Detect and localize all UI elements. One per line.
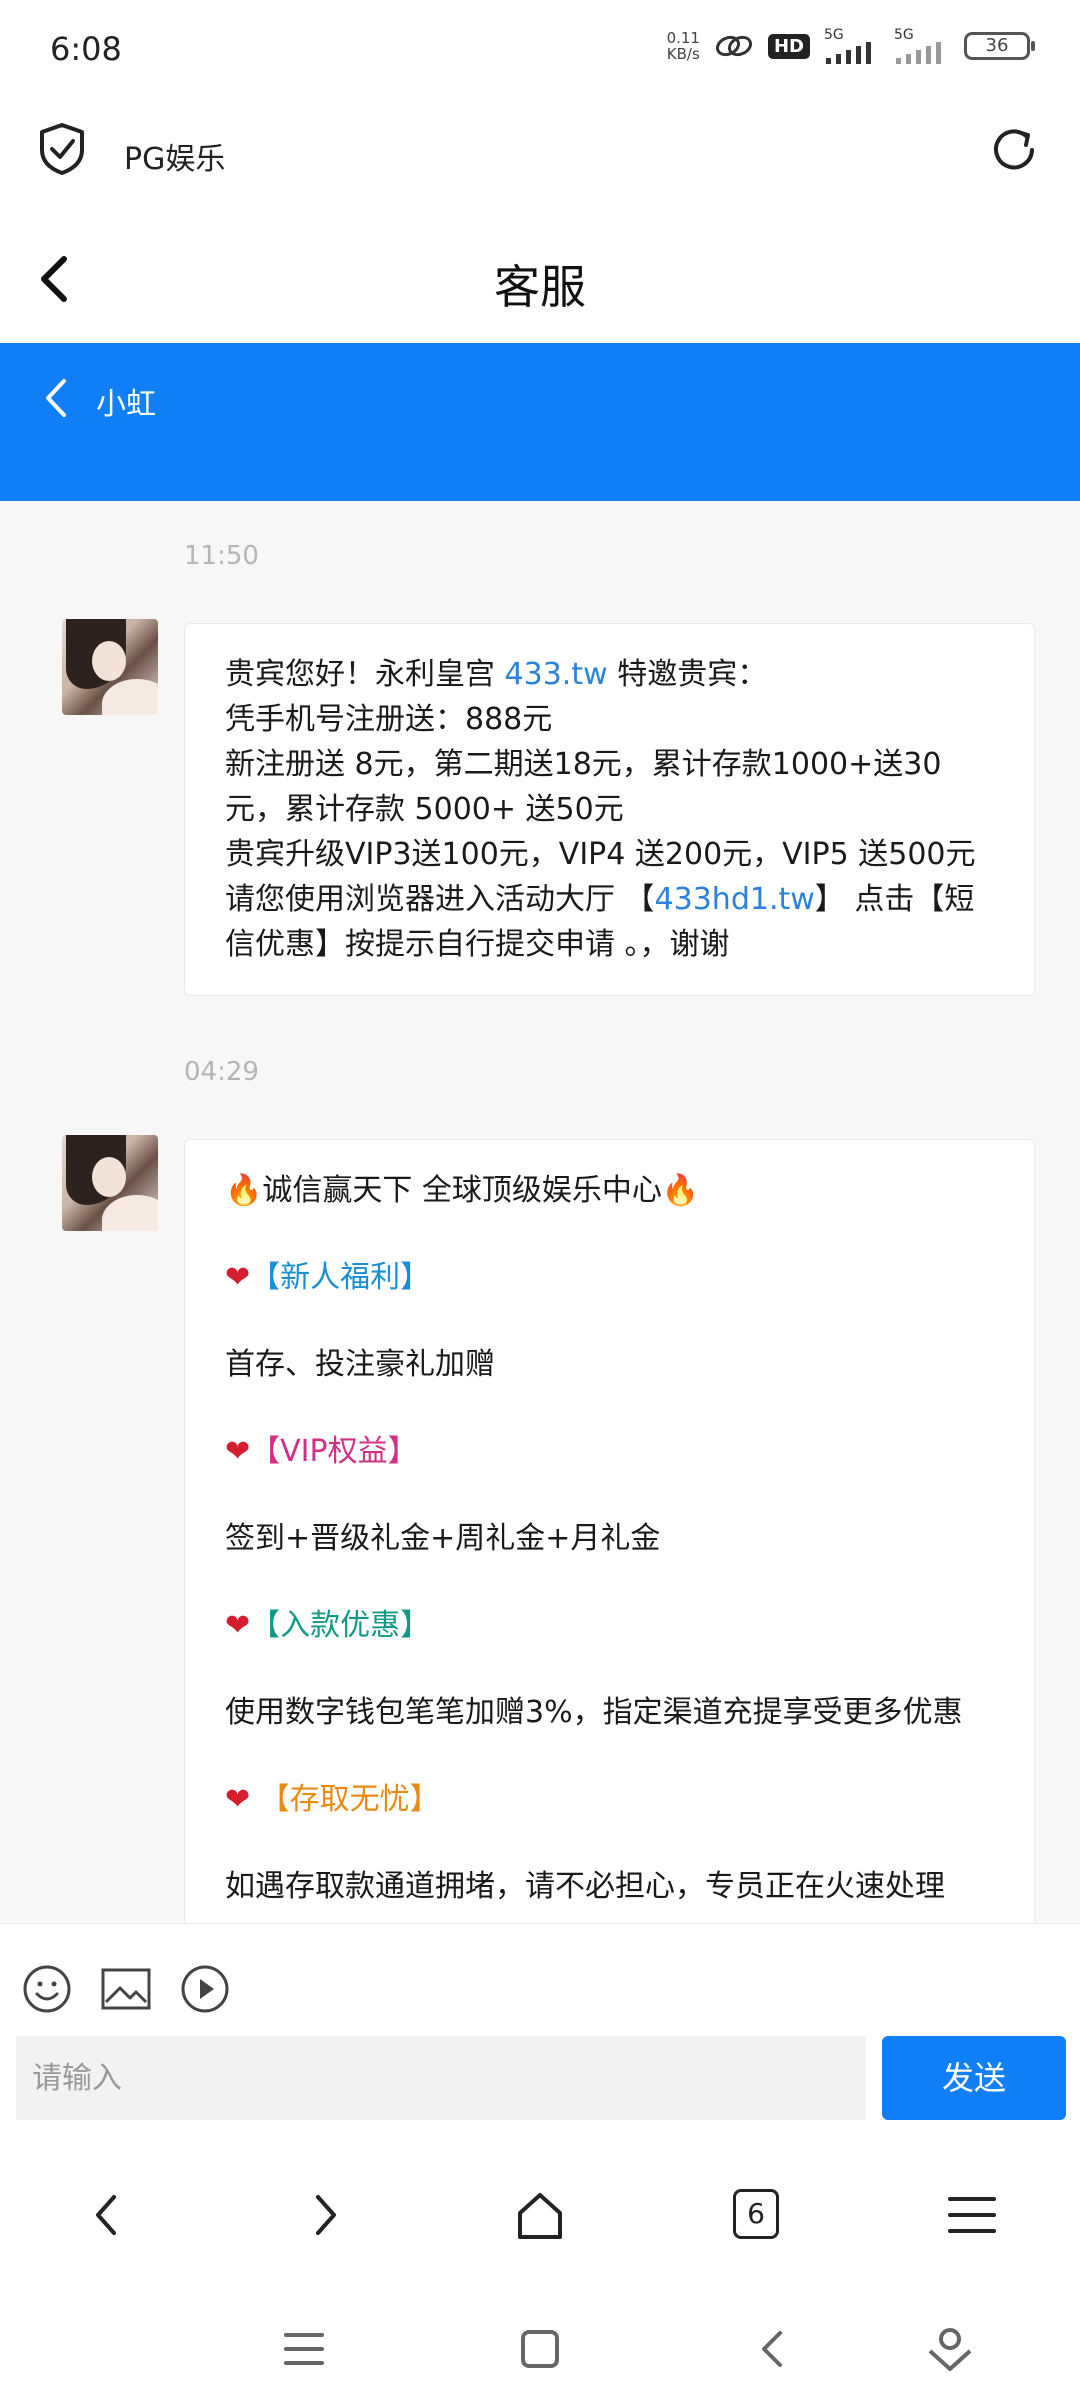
message-line: 贵宾升级VIP3送100元，VIP4 送200元，VIP5 送500元: [225, 837, 976, 872]
composer: 发送: [0, 1923, 1080, 2123]
status-icons: 0.11 KB/s HD 5G 5G 36: [666, 28, 1035, 64]
chat-header: 小虹: [0, 343, 1080, 501]
chat-back-icon[interactable]: [38, 373, 74, 423]
fire-icon: 🔥: [225, 1173, 263, 1208]
agent-name: 小虹: [96, 387, 156, 422]
avatar[interactable]: [62, 1135, 158, 1231]
system-home-icon[interactable]: [514, 2323, 566, 2375]
message-time: 04:29: [184, 1057, 259, 1087]
assistant-icon[interactable]: [924, 2323, 976, 2375]
message-line: 新注册送 8元，第二期送18元，累计存款1000+送30元，累计存款 5000+…: [225, 747, 942, 827]
signal-2: 5G: [894, 28, 950, 64]
image-icon[interactable]: [100, 1964, 152, 2014]
section-title: ❤【新人福利】: [225, 1260, 431, 1295]
play-icon[interactable]: [180, 1964, 230, 2014]
heart-icon: ❤: [225, 1434, 251, 1469]
chevron-right-icon[interactable]: [296, 2187, 352, 2243]
promo-link[interactable]: 433hd1.tw: [655, 882, 815, 917]
link-icon: [715, 35, 753, 57]
fire-icon: 🔥: [661, 1173, 700, 1208]
message-headline: 🔥诚信赢天下 全球顶级娱乐中心🔥: [225, 1173, 700, 1208]
section-text: 签到+晋级礼金+周礼金+月礼金: [225, 1521, 661, 1556]
site-name: PG娱乐: [124, 142, 226, 177]
refresh-icon[interactable]: [988, 124, 1040, 176]
message-line: 贵宾您好！永利皇宫 433.tw 特邀贵宾：: [225, 657, 768, 692]
message-bubble: 🔥诚信赢天下 全球顶级娱乐中心🔥 ❤【新人福利】 首存、投注豪礼加赠 ❤【VIP…: [184, 1139, 1035, 1923]
promo-link[interactable]: 433.tw: [505, 657, 608, 692]
page-title: 客服: [494, 260, 586, 314]
section-text: 如遇存取款通道拥堵，请不必担心，专员正在火速处理: [225, 1869, 945, 1904]
heart-icon: ❤: [225, 1608, 251, 1643]
system-back-icon[interactable]: [748, 2323, 800, 2375]
page-header: 客服: [0, 215, 1080, 340]
avatar[interactable]: [62, 619, 158, 715]
signal-bars-icon: [826, 42, 871, 64]
heart-icon: ❤: [225, 1782, 251, 1817]
section-text: 使用数字钱包笔笔加赠3%，指定渠道充提享受更多优惠: [225, 1695, 963, 1730]
home-icon[interactable]: [512, 2187, 568, 2243]
system-menu-icon[interactable]: [278, 2323, 330, 2375]
hd-voice-badge: HD: [767, 33, 810, 59]
section-title: ❤【VIP权益】: [225, 1434, 418, 1469]
chat-area[interactable]: 11:50 贵宾您好！永利皇宫 433.tw 特邀贵宾： 凭手机号注册送：888…: [0, 501, 1080, 1923]
status-bar: 6:08 0.11 KB/s HD 5G 5G 36: [0, 0, 1080, 100]
browser-bar: PG娱乐: [0, 100, 1080, 205]
tab-count-button[interactable]: 6: [733, 2189, 779, 2239]
heart-icon: ❤: [225, 1260, 251, 1295]
message-bubble: 贵宾您好！永利皇宫 433.tw 特邀贵宾： 凭手机号注册送：888元 新注册送…: [184, 623, 1035, 996]
network-speed: 0.11 KB/s: [666, 29, 700, 63]
message-time: 11:50: [184, 541, 259, 571]
section-text: 首存、投注豪礼加赠: [225, 1347, 495, 1382]
message-line: 请您使用浏览器进入活动大厅 【433hd1.tw】 点击【短信优惠】按提示自行提…: [225, 882, 975, 962]
section-title: ❤【入款优惠】: [225, 1608, 431, 1643]
browser-toolbar: 6: [0, 2123, 1080, 2303]
signal-bars-icon: [896, 42, 941, 64]
shield-check-icon[interactable]: [38, 122, 86, 176]
message-line: 凭手机号注册送：888元: [225, 702, 553, 737]
send-button[interactable]: 发送: [882, 2036, 1066, 2120]
status-time: 6:08: [50, 30, 122, 68]
message-input[interactable]: [16, 2036, 866, 2120]
signal-1: 5G: [824, 28, 880, 64]
chevron-left-icon[interactable]: [80, 2187, 136, 2243]
section-title: ❤ 【存取无忧】: [225, 1782, 440, 1817]
battery-indicator: 36: [964, 32, 1035, 60]
system-navigation: [0, 2303, 1080, 2400]
emoji-icon[interactable]: [22, 1964, 72, 2014]
menu-icon[interactable]: [944, 2187, 1000, 2243]
